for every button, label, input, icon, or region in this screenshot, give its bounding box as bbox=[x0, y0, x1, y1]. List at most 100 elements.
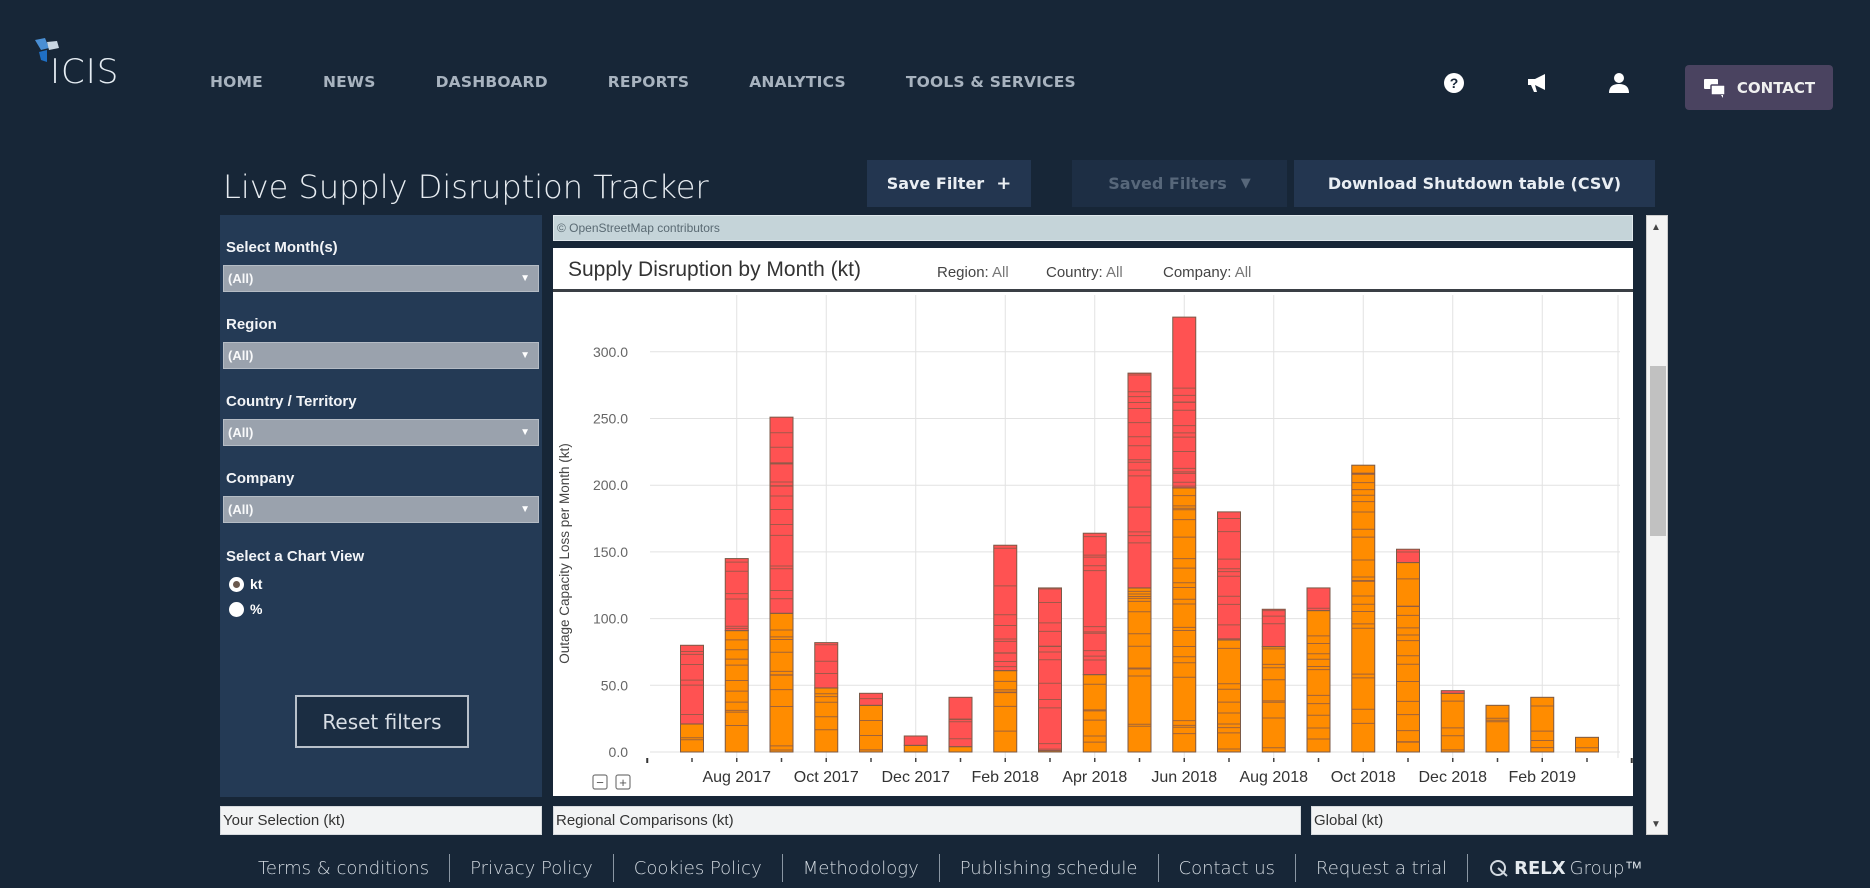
nav-reports[interactable]: REPORTS bbox=[608, 73, 689, 91]
icis-logo[interactable]: ICIS bbox=[33, 36, 133, 96]
user-icon[interactable] bbox=[1606, 70, 1632, 96]
y-tick-label: 250.0 bbox=[593, 411, 628, 427]
chat-icon bbox=[1703, 78, 1726, 98]
bar-segment bbox=[903, 744, 928, 753]
radio-button-checked[interactable] bbox=[229, 576, 244, 592]
x-tick-label: Apr 2018 bbox=[1062, 769, 1127, 786]
plus-icon: + bbox=[996, 173, 1012, 194]
bar-segment bbox=[1306, 587, 1331, 612]
bar-segment bbox=[1261, 646, 1286, 753]
contact-button[interactable]: CONTACT bbox=[1685, 65, 1833, 110]
nav-dashboard[interactable]: DASHBOARD bbox=[436, 73, 548, 91]
announcement-icon[interactable] bbox=[1525, 70, 1551, 96]
footer-publishing-link[interactable]: Publishing schedule bbox=[960, 858, 1138, 879]
bar-segment bbox=[993, 670, 1018, 753]
footer-methodology-link[interactable]: Methodology bbox=[803, 858, 919, 879]
bar-segment bbox=[814, 687, 839, 753]
caret-down-icon: ▼ bbox=[520, 427, 530, 438]
bar-segment bbox=[724, 558, 749, 632]
help-icon[interactable]: ? bbox=[1441, 70, 1467, 96]
footer-divider bbox=[781, 854, 783, 882]
month-select[interactable]: (All) ▼ bbox=[223, 265, 539, 292]
footer-divider bbox=[612, 854, 614, 882]
global-panel[interactable]: Global (kt) bbox=[1311, 806, 1633, 835]
vertical-scrollbar[interactable]: ▲ ▼ bbox=[1646, 215, 1668, 835]
region-label: Region bbox=[226, 316, 277, 333]
x-tick-label: Aug 2018 bbox=[1239, 769, 1308, 786]
y-axis-label: Outage Capacity Loss per Month (kt) bbox=[557, 443, 572, 664]
y-tick-label: 50.0 bbox=[601, 677, 628, 693]
x-tick-label: Oct 2018 bbox=[1331, 769, 1396, 786]
bar-segment bbox=[1306, 610, 1331, 753]
regional-comparisons-panel[interactable]: Regional Comparisons (kt) bbox=[553, 806, 1301, 835]
radio-percent[interactable]: % bbox=[229, 601, 262, 617]
bar-segment bbox=[1127, 587, 1152, 753]
radio-button[interactable] bbox=[229, 601, 244, 617]
scroll-down-icon[interactable]: ▼ bbox=[1651, 819, 1661, 830]
footer-terms-link[interactable]: Terms & conditions bbox=[258, 858, 429, 879]
bar-segment bbox=[1440, 690, 1465, 694]
y-tick-label: 200.0 bbox=[593, 477, 628, 493]
footer-divider bbox=[1467, 854, 1469, 882]
reset-filters-button[interactable]: Reset filters bbox=[295, 695, 469, 748]
company-select[interactable]: (All) ▼ bbox=[223, 496, 539, 523]
nav-analytics[interactable]: ANALYTICS bbox=[749, 73, 846, 91]
download-csv-button[interactable]: Download Shutdown table (CSV) bbox=[1294, 160, 1655, 207]
country-select[interactable]: (All) ▼ bbox=[223, 419, 539, 446]
bar-segment bbox=[1217, 639, 1241, 753]
logo-text: ICIS bbox=[50, 52, 120, 92]
save-filter-label: Save Filter bbox=[886, 174, 985, 193]
region-value: (All) bbox=[228, 348, 254, 363]
y-tick-label: 150.0 bbox=[593, 544, 628, 560]
country-meta: Country: All bbox=[1046, 264, 1123, 281]
scroll-up-icon[interactable]: ▲ bbox=[1651, 222, 1661, 233]
caret-down-icon: ▼ bbox=[520, 350, 530, 361]
your-selection-panel[interactable]: Your Selection (kt) bbox=[220, 806, 542, 835]
y-tick-label: 100.0 bbox=[593, 611, 628, 627]
saved-filters-dropdown[interactable]: Saved Filters ▼ bbox=[1072, 160, 1287, 207]
footer-divider bbox=[1295, 854, 1297, 882]
bar-segment bbox=[1172, 487, 1197, 753]
footer-contact-link[interactable]: Contact us bbox=[1179, 858, 1276, 879]
y-tick-label: 0.0 bbox=[609, 744, 629, 760]
chart-header: Supply Disruption by Month (kt) Region: … bbox=[553, 248, 1633, 292]
save-filter-button[interactable]: Save Filter + bbox=[867, 160, 1031, 207]
relx-text: RELX bbox=[1514, 857, 1566, 879]
main-nav: HOME NEWS DASHBOARD REPORTS ANALYTICS TO… bbox=[210, 73, 1136, 91]
bar-segment bbox=[769, 612, 794, 753]
caret-down-icon: ▼ bbox=[520, 273, 530, 284]
map-strip[interactable]: © OpenStreetMap contributors bbox=[553, 215, 1633, 241]
nav-news[interactable]: NEWS bbox=[323, 73, 376, 91]
x-tick-label: Jun 2018 bbox=[1151, 769, 1217, 786]
company-value: (All) bbox=[228, 502, 254, 517]
region-select[interactable]: (All) ▼ bbox=[223, 342, 539, 369]
country-value: (All) bbox=[228, 425, 254, 440]
footer-privacy-link[interactable]: Privacy Policy bbox=[470, 858, 593, 879]
bar-segment bbox=[1575, 736, 1599, 753]
nav-home[interactable]: HOME bbox=[210, 73, 263, 91]
region-meta-value: All bbox=[992, 264, 1009, 281]
company-meta: Company: All bbox=[1163, 264, 1251, 281]
country-meta-value: All bbox=[1106, 264, 1123, 281]
bar-segment bbox=[1530, 696, 1555, 753]
scrollbar-thumb[interactable] bbox=[1650, 366, 1666, 536]
company-meta-label: Company: bbox=[1163, 264, 1232, 281]
radio-kt[interactable]: kt bbox=[229, 576, 262, 592]
chart-title: Supply Disruption by Month (kt) bbox=[568, 258, 861, 281]
footer-divider bbox=[1157, 854, 1159, 882]
bar-segment bbox=[814, 642, 839, 689]
chart-view-label: Select a Chart View bbox=[226, 548, 365, 565]
x-tick-label: Dec 2017 bbox=[882, 769, 951, 786]
region-meta-label: Region: bbox=[937, 264, 989, 281]
country-label: Country / Territory bbox=[226, 393, 357, 410]
bar-segment bbox=[769, 416, 794, 614]
footer: Terms & conditions Privacy Policy Cookie… bbox=[258, 854, 1642, 882]
bar-segment bbox=[1082, 674, 1107, 753]
footer-cookies-link[interactable]: Cookies Policy bbox=[634, 858, 762, 879]
bar-segment bbox=[1396, 548, 1420, 564]
svg-text:?: ? bbox=[1450, 75, 1459, 91]
relx-logo[interactable]: RELX Group™ bbox=[1488, 858, 1642, 879]
zoom-in-icon: + bbox=[619, 775, 627, 790]
nav-tools-services[interactable]: TOOLS & SERVICES bbox=[906, 73, 1076, 91]
footer-trial-link[interactable]: Request a trial bbox=[1316, 858, 1447, 879]
